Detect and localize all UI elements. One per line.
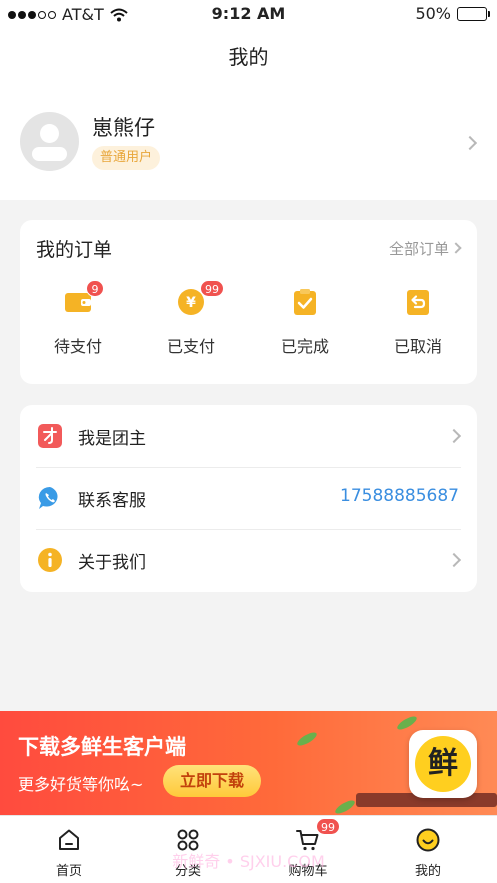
download-app-banner[interactable]: 下载多鲜生客户端 更多好货等你吆~ 立即下载 鲜 bbox=[0, 711, 497, 815]
group-leader-icon bbox=[38, 424, 62, 448]
user-name: 崽熊仔 bbox=[92, 116, 155, 140]
tab-label: 首页 bbox=[55, 864, 82, 879]
user-level-badge: 普通用户 bbox=[92, 146, 161, 170]
tab-bar: 首页 分类 99 购物车 我的 bbox=[0, 815, 497, 883]
chevron-right-icon[interactable] bbox=[446, 552, 462, 568]
order-completed[interactable]: 已完成 bbox=[260, 280, 350, 370]
order-cancelled[interactable]: 已取消 bbox=[373, 280, 463, 370]
banner-title: 下载多鲜生客户端 bbox=[18, 735, 186, 759]
tab-cart[interactable]: 99 购物车 bbox=[268, 816, 348, 883]
leaf-decoration bbox=[333, 798, 357, 815]
all-orders-link[interactable]: 全部订单 bbox=[389, 238, 449, 259]
status-right: 50% bbox=[415, 4, 490, 23]
leaf-decoration bbox=[295, 730, 319, 748]
menu-item-about-us[interactable]: 关于我们 bbox=[20, 529, 477, 591]
order-pending-payment[interactable]: 9 待支付 bbox=[33, 280, 123, 370]
undo-icon bbox=[407, 290, 429, 315]
avatar-placeholder-icon[interactable] bbox=[20, 112, 79, 171]
tab-mine[interactable]: 我的 bbox=[388, 816, 468, 883]
home-icon bbox=[59, 829, 79, 850]
battery-percent: 50% bbox=[415, 4, 451, 23]
orders-title: 我的订单 bbox=[36, 239, 113, 261]
order-label: 已支付 bbox=[166, 337, 215, 356]
nav-bar: 我的 bbox=[0, 28, 497, 88]
page-title: 我的 bbox=[228, 45, 269, 69]
order-label: 待支付 bbox=[53, 337, 102, 356]
chevron-right-icon[interactable] bbox=[450, 242, 462, 254]
banner-subtitle: 更多好货等你吆~ bbox=[18, 775, 144, 794]
menu-label: 我是团主 bbox=[78, 429, 146, 449]
menu-card: 我是团主 联系客服 17588885687 关于我们 bbox=[20, 405, 477, 592]
tab-home[interactable]: 首页 bbox=[29, 816, 109, 883]
menu-item-customer-service[interactable]: 联系客服 17588885687 bbox=[20, 467, 477, 529]
clipboard-check-icon bbox=[294, 289, 316, 315]
orders-card: 我的订单 全部订单 9 待支付 ¥ 99 已支付 已完成 已取消 bbox=[20, 220, 477, 384]
app-logo: 鲜 bbox=[409, 730, 477, 798]
cart-count-badge: 99 bbox=[316, 818, 340, 835]
service-phone-number[interactable]: 17588885687 bbox=[340, 486, 459, 506]
menu-item-group-leader[interactable]: 我是团主 bbox=[20, 405, 477, 467]
order-label: 已取消 bbox=[393, 337, 442, 356]
cart-icon bbox=[296, 830, 319, 851]
battery-icon bbox=[457, 6, 490, 21]
svg-text:¥: ¥ bbox=[186, 295, 196, 311]
chat-phone-icon bbox=[38, 486, 58, 509]
chevron-right-icon[interactable] bbox=[462, 135, 478, 151]
order-count-badge: 9 bbox=[86, 280, 104, 297]
status-bar: AT&T 9:12 AM 50% bbox=[0, 0, 497, 28]
tab-label: 分类 bbox=[174, 864, 201, 879]
chevron-right-icon[interactable] bbox=[446, 428, 462, 444]
leaf-decoration bbox=[395, 714, 419, 732]
order-paid[interactable]: ¥ 99 已支付 bbox=[146, 280, 236, 370]
category-icon bbox=[177, 829, 199, 851]
info-icon bbox=[38, 548, 62, 572]
profile-smile-icon bbox=[416, 828, 440, 852]
order-label: 已完成 bbox=[280, 337, 329, 356]
download-button[interactable]: 立即下载 bbox=[163, 765, 261, 797]
tab-category[interactable]: 分类 bbox=[148, 816, 228, 883]
tab-label: 购物车 bbox=[288, 864, 328, 879]
tab-label: 我的 bbox=[414, 864, 441, 879]
profile-card[interactable]: 崽熊仔 普通用户 bbox=[0, 88, 497, 200]
app-logo-mark: 鲜 bbox=[415, 736, 471, 792]
menu-label: 联系客服 bbox=[78, 491, 146, 511]
menu-label: 关于我们 bbox=[78, 553, 146, 573]
order-count-badge: 99 bbox=[200, 280, 224, 297]
